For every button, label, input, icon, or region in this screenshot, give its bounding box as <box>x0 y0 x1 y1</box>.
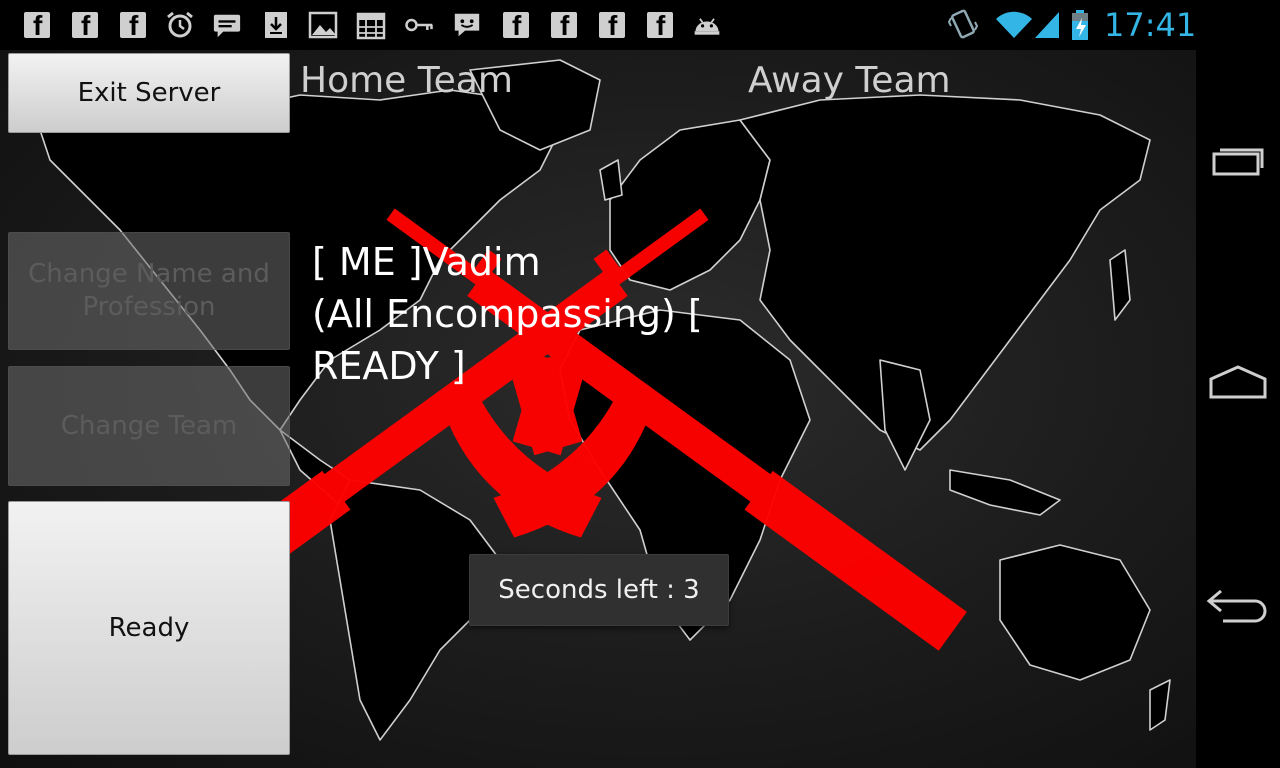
away-team-title: Away Team <box>748 60 951 101</box>
home-button[interactable] <box>1196 338 1280 428</box>
vibrate-icon <box>948 9 978 40</box>
recent-apps-button[interactable] <box>1196 115 1280 205</box>
signal-icon <box>1032 10 1062 40</box>
back-icon <box>1206 589 1267 623</box>
facebook-icon <box>501 10 531 42</box>
island-uk <box>599 159 623 201</box>
home-team-title: Home Team <box>300 60 513 101</box>
clock: 17:41 <box>1104 6 1197 44</box>
status-bar: 17:41 <box>0 0 1280 50</box>
wifi-icon <box>994 10 1034 40</box>
facebook-icon <box>597 10 627 42</box>
messenger-icon <box>452 10 482 40</box>
home-icon <box>1209 365 1267 399</box>
android-icon <box>692 10 722 40</box>
back-button[interactable] <box>1196 560 1280 650</box>
change-name-profession-button[interactable]: Change Name and Profession <box>8 232 290 350</box>
exit-server-button[interactable]: Exit Server <box>8 53 290 133</box>
island-new-zealand <box>1149 679 1171 731</box>
battery-charging-icon <box>1066 10 1096 40</box>
change-team-button[interactable]: Change Team <box>8 366 290 486</box>
alarm-icon <box>165 10 195 40</box>
islands-indonesia <box>949 469 1061 516</box>
download-icon <box>261 10 291 40</box>
countdown-toast: Seconds left : 3 <box>469 554 729 626</box>
facebook-icon <box>118 10 148 42</box>
facebook-icon <box>70 10 100 42</box>
facebook-icon <box>22 10 52 42</box>
calendar-icon <box>356 10 386 40</box>
lobby-screen: Home Team Away Team Exit Server Change N… <box>0 50 1196 768</box>
recent-apps-icon <box>1212 148 1264 176</box>
player-entry[interactable]: [ ME ]Vadim (All Encompassing) [ READY ] <box>312 236 732 392</box>
facebook-icon <box>549 10 579 42</box>
key-icon <box>404 10 434 40</box>
gallery-icon <box>308 10 338 40</box>
navigation-bar <box>1196 50 1280 768</box>
chat-icon <box>212 10 242 40</box>
continent-australia <box>999 544 1151 681</box>
island-japan <box>1109 249 1131 321</box>
facebook-icon <box>645 10 675 42</box>
ready-button[interactable]: Ready <box>8 501 290 755</box>
